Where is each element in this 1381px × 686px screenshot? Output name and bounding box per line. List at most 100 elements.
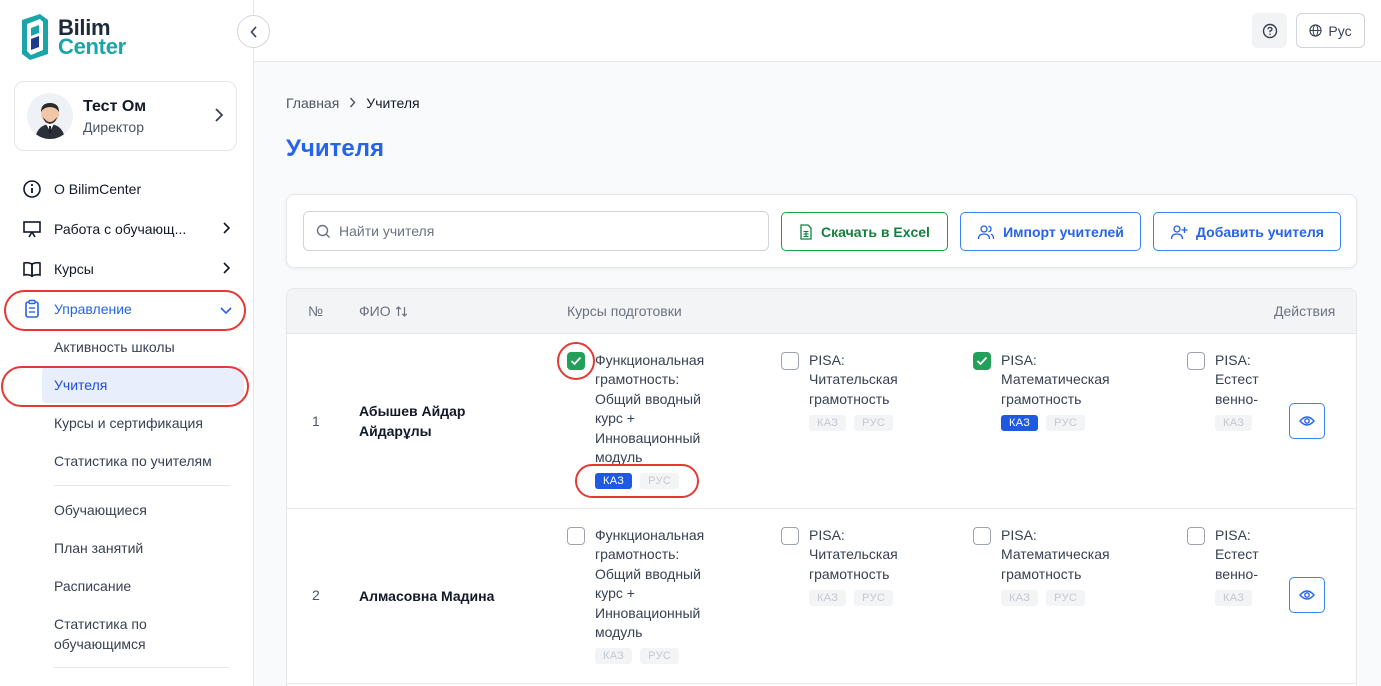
language-tags: КАЗ РУС bbox=[809, 590, 929, 607]
chevron-right-icon bbox=[349, 96, 356, 111]
chevron-right-icon bbox=[220, 221, 232, 237]
teacher-name: Абышев Айдар Айдарұлы bbox=[359, 403, 466, 439]
course-checkbox[interactable] bbox=[567, 352, 585, 370]
tag-rus[interactable]: РУС bbox=[1046, 415, 1086, 432]
profile-name: Тест Ом bbox=[83, 97, 147, 115]
add-teacher-button[interactable]: Добавить учителя bbox=[1153, 212, 1341, 251]
eye-icon bbox=[1299, 416, 1315, 426]
sidebar-item-label: Курсы bbox=[54, 261, 94, 277]
course-checkbox[interactable] bbox=[567, 527, 585, 545]
book-icon bbox=[22, 259, 42, 279]
course-cell: PISA: Читательская грамотность КАЗ РУС bbox=[781, 351, 929, 432]
spreadsheet-icon bbox=[800, 223, 812, 240]
sidebar-sub-students[interactable]: Обучающиеся bbox=[54, 500, 147, 520]
row-divider bbox=[287, 683, 1356, 684]
header-name[interactable]: ФИО bbox=[359, 303, 408, 319]
download-excel-button[interactable]: Скачать в Excel bbox=[781, 212, 948, 251]
sidebar-sub-school-activity[interactable]: Активность школы bbox=[54, 337, 175, 357]
course-checkbox[interactable] bbox=[973, 527, 991, 545]
search-icon bbox=[316, 224, 330, 238]
language-selector[interactable]: Рус bbox=[1296, 13, 1365, 48]
sidebar-sub-student-stats[interactable]: Статистика по обучающимся bbox=[54, 614, 204, 654]
row-number: 1 bbox=[312, 413, 320, 429]
tag-kaz[interactable]: КАЗ bbox=[595, 648, 633, 665]
sidebar-item-management[interactable]: Управление bbox=[22, 296, 232, 322]
course-title: PISA: Математическая грамотность bbox=[1001, 352, 1110, 407]
help-button[interactable] bbox=[1252, 13, 1287, 48]
profile-card[interactable]: Тест Ом Директор bbox=[14, 81, 237, 151]
info-icon bbox=[22, 179, 42, 199]
tag-kaz[interactable]: КАЗ bbox=[809, 590, 847, 607]
language-tags: КАЗ РУС bbox=[1001, 415, 1121, 432]
sidebar-item-label: Управление bbox=[54, 301, 132, 317]
breadcrumb: Главная Учителя bbox=[286, 95, 420, 111]
top-bar bbox=[254, 0, 1381, 62]
breadcrumb-home[interactable]: Главная bbox=[286, 95, 339, 111]
tag-kaz[interactable]: КАЗ bbox=[1001, 590, 1039, 607]
course-cell: Функциональная грамотность: Общий вводны… bbox=[567, 351, 715, 490]
clipboard-icon bbox=[22, 299, 42, 319]
language-tags: КАЗ РУС bbox=[809, 415, 929, 432]
chevron-right-icon bbox=[214, 106, 224, 127]
tag-rus[interactable]: РУС bbox=[854, 415, 894, 432]
language-tags: КАЗ bbox=[1215, 590, 1259, 606]
sidebar-item-label: О BilimCenter bbox=[54, 181, 142, 197]
language-tags: КАЗ РУС bbox=[595, 473, 715, 490]
sidebar-sub-teachers[interactable]: Учителя bbox=[54, 375, 107, 395]
view-button[interactable] bbox=[1289, 577, 1325, 613]
sidebar-item-courses[interactable]: Курсы bbox=[22, 256, 232, 282]
import-teachers-label: Импорт учителей bbox=[1003, 223, 1124, 240]
header-actions: Действия bbox=[1274, 303, 1336, 319]
tag-kaz[interactable]: КАЗ bbox=[809, 415, 847, 432]
tag-kaz[interactable]: КАЗ bbox=[1215, 415, 1253, 431]
sidebar-sub-schedule[interactable]: Расписание bbox=[54, 576, 131, 596]
avatar bbox=[27, 93, 73, 139]
tag-rus[interactable]: РУС bbox=[1046, 590, 1086, 607]
user-plus-icon bbox=[1170, 224, 1188, 239]
sidebar-divider bbox=[54, 485, 229, 486]
tag-kaz[interactable]: КАЗ bbox=[595, 473, 633, 490]
search-box[interactable] bbox=[303, 211, 769, 251]
view-button[interactable] bbox=[1289, 403, 1325, 439]
chevron-left-icon bbox=[249, 25, 257, 38]
language-tags: КАЗ bbox=[1215, 415, 1259, 431]
language-tags: КАЗ РУС bbox=[595, 648, 715, 665]
tag-kaz[interactable]: КАЗ bbox=[1215, 590, 1253, 606]
check-icon bbox=[570, 356, 582, 366]
sidebar-sub-teacher-stats[interactable]: Статистика по учителям bbox=[54, 451, 212, 471]
collapse-sidebar-button[interactable] bbox=[237, 15, 270, 48]
search-input[interactable] bbox=[339, 223, 739, 239]
sidebar-item-work-with-students[interactable]: Работа с обучающ... bbox=[22, 216, 232, 242]
eye-icon bbox=[1299, 590, 1315, 600]
sort-icon bbox=[395, 305, 407, 317]
teacher-name: Алмасовна Мадина bbox=[359, 588, 495, 604]
tag-rus[interactable]: РУС bbox=[640, 473, 680, 490]
row-divider bbox=[287, 508, 1356, 509]
language-tags: КАЗ РУС bbox=[1001, 590, 1121, 607]
logo[interactable]: Bilim Center bbox=[18, 14, 126, 60]
course-cell: PISA: Естественно-научная грамотность КА… bbox=[1187, 351, 1259, 431]
course-checkbox[interactable] bbox=[1187, 527, 1205, 545]
sidebar-sub-courses-certification[interactable]: Курсы и сертификация bbox=[54, 413, 203, 433]
sidebar-sub-lesson-plan[interactable]: План занятий bbox=[54, 538, 143, 558]
course-title: PISA: Естественно-научная грамотность bbox=[1215, 352, 1259, 407]
tag-rus[interactable]: РУС bbox=[640, 648, 680, 665]
course-checkbox[interactable] bbox=[973, 352, 991, 370]
check-icon bbox=[976, 356, 988, 366]
course-cell: Функциональная грамотность: Общий вводны… bbox=[567, 526, 715, 665]
course-checkbox[interactable] bbox=[781, 527, 799, 545]
profile-role: Директор bbox=[83, 118, 144, 135]
logo-text-line2: Center bbox=[58, 34, 126, 59]
header-num: № bbox=[308, 303, 324, 319]
import-teachers-button[interactable]: Импорт учителей bbox=[960, 212, 1141, 251]
add-teacher-label: Добавить учителя bbox=[1196, 223, 1324, 240]
course-checkbox[interactable] bbox=[1187, 352, 1205, 370]
chevron-down-icon bbox=[220, 301, 232, 317]
sidebar-item-about[interactable]: О BilimCenter bbox=[22, 176, 232, 202]
toolbar: Скачать в Excel Импорт учителей Добавить… bbox=[286, 194, 1357, 268]
course-checkbox[interactable] bbox=[781, 352, 799, 370]
course-cell: PISA: Математическая грамотность КАЗ РУС bbox=[973, 351, 1121, 432]
teachers-table: № ФИО Курсы подготовки Действия 1 Абышев… bbox=[286, 288, 1357, 686]
tag-rus[interactable]: РУС bbox=[854, 590, 894, 607]
tag-kaz[interactable]: КАЗ bbox=[1001, 415, 1039, 432]
